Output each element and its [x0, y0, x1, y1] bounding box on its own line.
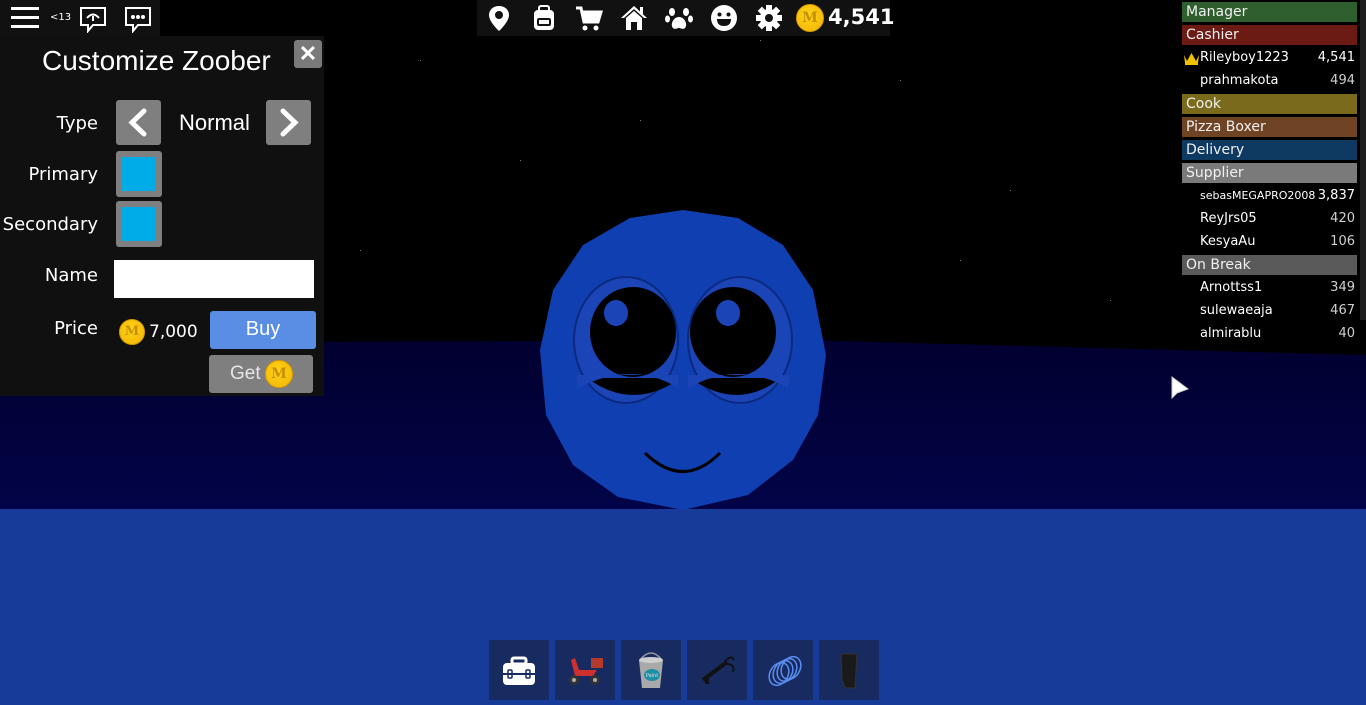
hotbar-slot-5[interactable]: [753, 640, 813, 700]
type-prev-button[interactable]: [116, 100, 161, 145]
get-coins-button[interactable]: Get M: [209, 355, 313, 393]
player-row[interactable]: sebasMEGAPRO2008 3,837: [1182, 186, 1357, 206]
player-name: almirablu: [1200, 326, 1262, 337]
player-value: 349: [1330, 280, 1355, 295]
team-header-cashier: Cashier: [1182, 25, 1357, 45]
paw-icon[interactable]: [665, 4, 693, 32]
secondary-label: Secondary: [2, 214, 98, 235]
name-input[interactable]: [114, 260, 314, 298]
player-row[interactable]: ReyJrs05 420: [1182, 209, 1357, 229]
player-name: prahmakota: [1200, 73, 1279, 88]
left-eye: [573, 276, 679, 404]
paint-label: Paint: [646, 673, 658, 679]
player-row[interactable]: Rileyboy1223 4,541: [1182, 48, 1357, 68]
type-next-button[interactable]: [266, 100, 311, 145]
primary-label: Primary: [28, 164, 98, 185]
mouse-cursor-icon: [1171, 376, 1189, 400]
hotbar-slot-6[interactable]: [819, 640, 879, 700]
home-icon[interactable]: [620, 4, 648, 32]
hotbar-slot-1[interactable]: [489, 640, 549, 700]
team-header-manager: Manager: [1182, 2, 1357, 22]
player-name: Rileyboy1223: [1200, 50, 1289, 65]
shopping-cart-icon[interactable]: [575, 4, 603, 32]
voice-chat-bubble-icon[interactable]: [79, 5, 107, 33]
player-row[interactable]: KesyaAu 106: [1182, 232, 1357, 252]
player-row[interactable]: prahmakota 494: [1182, 71, 1357, 91]
gear-icon[interactable]: [755, 4, 783, 32]
coin-balance: 4,541: [828, 5, 895, 29]
type-label: Type: [56, 113, 98, 134]
m-coin-icon: M: [265, 360, 293, 388]
close-button[interactable]: ✕: [294, 40, 322, 68]
buy-button[interactable]: Buy: [210, 311, 316, 349]
player-row[interactable]: Arnottss1 349: [1182, 278, 1357, 298]
player-leaderboard[interactable]: Manager Cashier Rileyboy1223 4,541 prahm…: [1179, 0, 1366, 337]
crown-icon: [1184, 53, 1199, 65]
right-eye: [687, 276, 793, 404]
blue-floor: [0, 509, 1366, 705]
team-header-pizza-boxer: Pizza Boxer: [1182, 117, 1357, 137]
team-header-cook: Cook: [1182, 94, 1357, 114]
get-label: Get: [230, 363, 261, 384]
player-row[interactable]: sulewaeaja 467: [1182, 301, 1357, 321]
grabber-tool-icon: [701, 656, 735, 684]
hamburger-menu-icon[interactable]: [11, 7, 39, 29]
toolbox-icon: [503, 656, 535, 685]
player-name: sulewaeaja: [1200, 303, 1273, 318]
type-value: Normal: [179, 110, 250, 135]
primary-color-swatch[interactable]: [116, 151, 162, 197]
map-pin-icon[interactable]: [485, 4, 513, 32]
team-header-delivery: Delivery: [1182, 140, 1357, 160]
player-name: Arnottss1: [1200, 280, 1263, 295]
backpack-icon[interactable]: [530, 4, 558, 32]
phone-icon: [840, 653, 858, 689]
panel-title: Customize Zoober: [42, 45, 271, 76]
player-value: 4,541: [1317, 50, 1355, 65]
chevron-right-icon: [280, 108, 299, 137]
team-header-supplier: Supplier: [1182, 163, 1357, 183]
secondary-color-swatch[interactable]: [116, 201, 162, 247]
m-coin-icon: M: [796, 4, 824, 32]
top-left-controls: <13: [0, 0, 160, 36]
player-name: KesyaAu: [1200, 234, 1256, 249]
player-value: 494: [1330, 73, 1355, 88]
leaderboard-scrollbar[interactable]: [1360, 0, 1366, 320]
notification-count: <13: [50, 12, 72, 23]
price-label: Price: [54, 318, 98, 339]
chevron-left-icon: [128, 108, 147, 137]
player-value: 467: [1330, 303, 1355, 318]
hotbar-slot-4[interactable]: [687, 640, 747, 700]
name-label: Name: [44, 265, 98, 286]
coil-spring-icon: [768, 655, 802, 687]
player-value: 420: [1330, 211, 1355, 226]
player-name: ReyJrs05: [1200, 211, 1257, 226]
m-coin-icon: M: [119, 319, 145, 345]
player-value: 3,837: [1317, 188, 1355, 203]
price-value: 7,000: [149, 322, 198, 342]
player-row[interactable]: almirablu 40: [1182, 324, 1357, 337]
player-value: 40: [1338, 326, 1355, 337]
team-header-on-break: On Break: [1182, 255, 1357, 275]
top-toolbar: M 4,541: [477, 0, 894, 36]
delivery-scooter-icon: [569, 658, 603, 685]
player-name: sebasMEGAPRO2008: [1200, 189, 1316, 202]
zoober-character[interactable]: [538, 210, 828, 510]
smiley-icon[interactable]: [710, 4, 738, 32]
hotbar-slot-3[interactable]: Paint: [621, 640, 681, 700]
player-value: 106: [1330, 234, 1355, 249]
hotbar-slot-2[interactable]: [555, 640, 615, 700]
chat-bubble-icon[interactable]: [124, 5, 152, 33]
customize-zoober-panel: Customize Zoober ✕ Type Normal Primary S…: [0, 36, 324, 396]
paint-bucket-icon: Paint: [639, 652, 663, 688]
